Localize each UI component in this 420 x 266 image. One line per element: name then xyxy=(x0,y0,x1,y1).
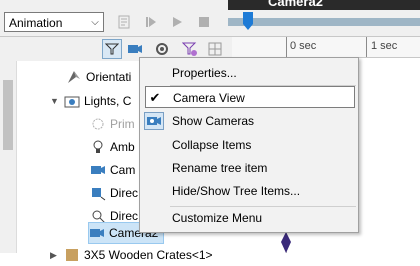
tree-item[interactable]: ▶ 3X5 Wooden Crates<1> xyxy=(50,244,213,266)
show-cameras-icon xyxy=(144,112,164,130)
menu-item-show-cameras[interactable]: Show Cameras xyxy=(140,110,358,132)
timeline-slider-track[interactable] xyxy=(228,18,420,26)
play-icon[interactable] xyxy=(168,12,186,32)
tree-item[interactable]: ▼ Lights, C xyxy=(50,90,131,112)
tree-item-label: Amb xyxy=(110,140,135,154)
menu-item-label: Hide/Show Tree Items... xyxy=(172,184,301,198)
menu-item-properties[interactable]: Properties... xyxy=(140,62,358,84)
lights-cameras-folder-icon xyxy=(64,93,80,109)
stop-icon[interactable] xyxy=(195,12,213,32)
chevron-down-icon: ⌵ xyxy=(91,16,99,28)
mode-select[interactable]: Animation ⌵ xyxy=(4,12,104,32)
timeline-slider-thumb[interactable] xyxy=(243,12,253,30)
tree-item-label: Direc xyxy=(110,209,139,223)
funnel-purple-icon[interactable] xyxy=(180,39,200,59)
menu-item-label: Customize Menu xyxy=(172,211,263,225)
expand-icon[interactable]: ▼ xyxy=(50,96,60,106)
tree-item-label: Direc xyxy=(110,186,139,200)
menu-item-hide-show[interactable]: Hide/Show Tree Items... xyxy=(140,180,358,202)
tree-item[interactable]: Direc xyxy=(90,182,138,204)
tree-item[interactable]: Amb xyxy=(90,136,135,158)
tree-item-label: Cam xyxy=(110,163,136,177)
menu-item-collapse-items[interactable]: Collapse Items xyxy=(140,134,358,156)
tree-item[interactable]: Prim xyxy=(90,113,135,135)
tree-scrollbar-thumb[interactable] xyxy=(3,80,13,150)
menu-item-camera-view[interactable]: ✔ Camera View xyxy=(145,86,355,108)
mode-select-value: Animation xyxy=(9,16,63,30)
timeline-label-1: 1 sec xyxy=(371,40,398,52)
tree-item-label: Orientati xyxy=(86,70,132,84)
primary-light-icon xyxy=(90,116,106,132)
camera-icon xyxy=(90,162,106,178)
tree-item[interactable]: Cam xyxy=(90,159,135,181)
settings-filter-icon[interactable] xyxy=(152,39,172,59)
timeline-tick xyxy=(366,37,367,57)
timeline-label-0: 0 sec xyxy=(290,40,317,52)
tree-item-label: 3X5 Wooden Crates<1> xyxy=(84,248,213,262)
timeline-tick xyxy=(286,37,287,57)
grid-icon[interactable] xyxy=(205,39,225,59)
filter-icon[interactable] xyxy=(102,39,122,59)
menu-item-label: Properties... xyxy=(172,66,237,80)
menu-item-label: Rename tree item xyxy=(172,161,268,175)
menu-item-rename[interactable]: Rename tree item xyxy=(140,157,358,179)
play-from-start-icon[interactable] xyxy=(142,12,160,32)
menu-item-label: Show Cameras xyxy=(172,114,255,128)
directional-light-icon xyxy=(90,185,106,201)
orientation-icon xyxy=(66,69,82,85)
calculate-icon[interactable] xyxy=(116,12,134,32)
tree-item[interactable]: Orientati xyxy=(66,66,131,88)
check-icon: ✔ xyxy=(149,90,161,105)
menu-item-customize-menu[interactable]: Customize Menu xyxy=(140,207,358,229)
timeline-title: Camera2 xyxy=(228,0,420,10)
context-menu: Properties... ✔ Camera View Show Cameras… xyxy=(139,57,359,233)
expand-icon[interactable]: ▶ xyxy=(50,250,60,261)
keyframe-marker[interactable] xyxy=(281,232,291,253)
camera-icon xyxy=(89,225,105,241)
part-icon xyxy=(64,247,80,263)
ambient-light-icon xyxy=(90,139,106,155)
camera-filter-icon[interactable] xyxy=(125,39,145,59)
tree-item-label: Lights, C xyxy=(84,94,132,108)
menu-item-label: Camera View xyxy=(173,91,245,105)
menu-item-label: Collapse Items xyxy=(172,138,252,152)
tree-item-label: Prim xyxy=(110,117,135,131)
